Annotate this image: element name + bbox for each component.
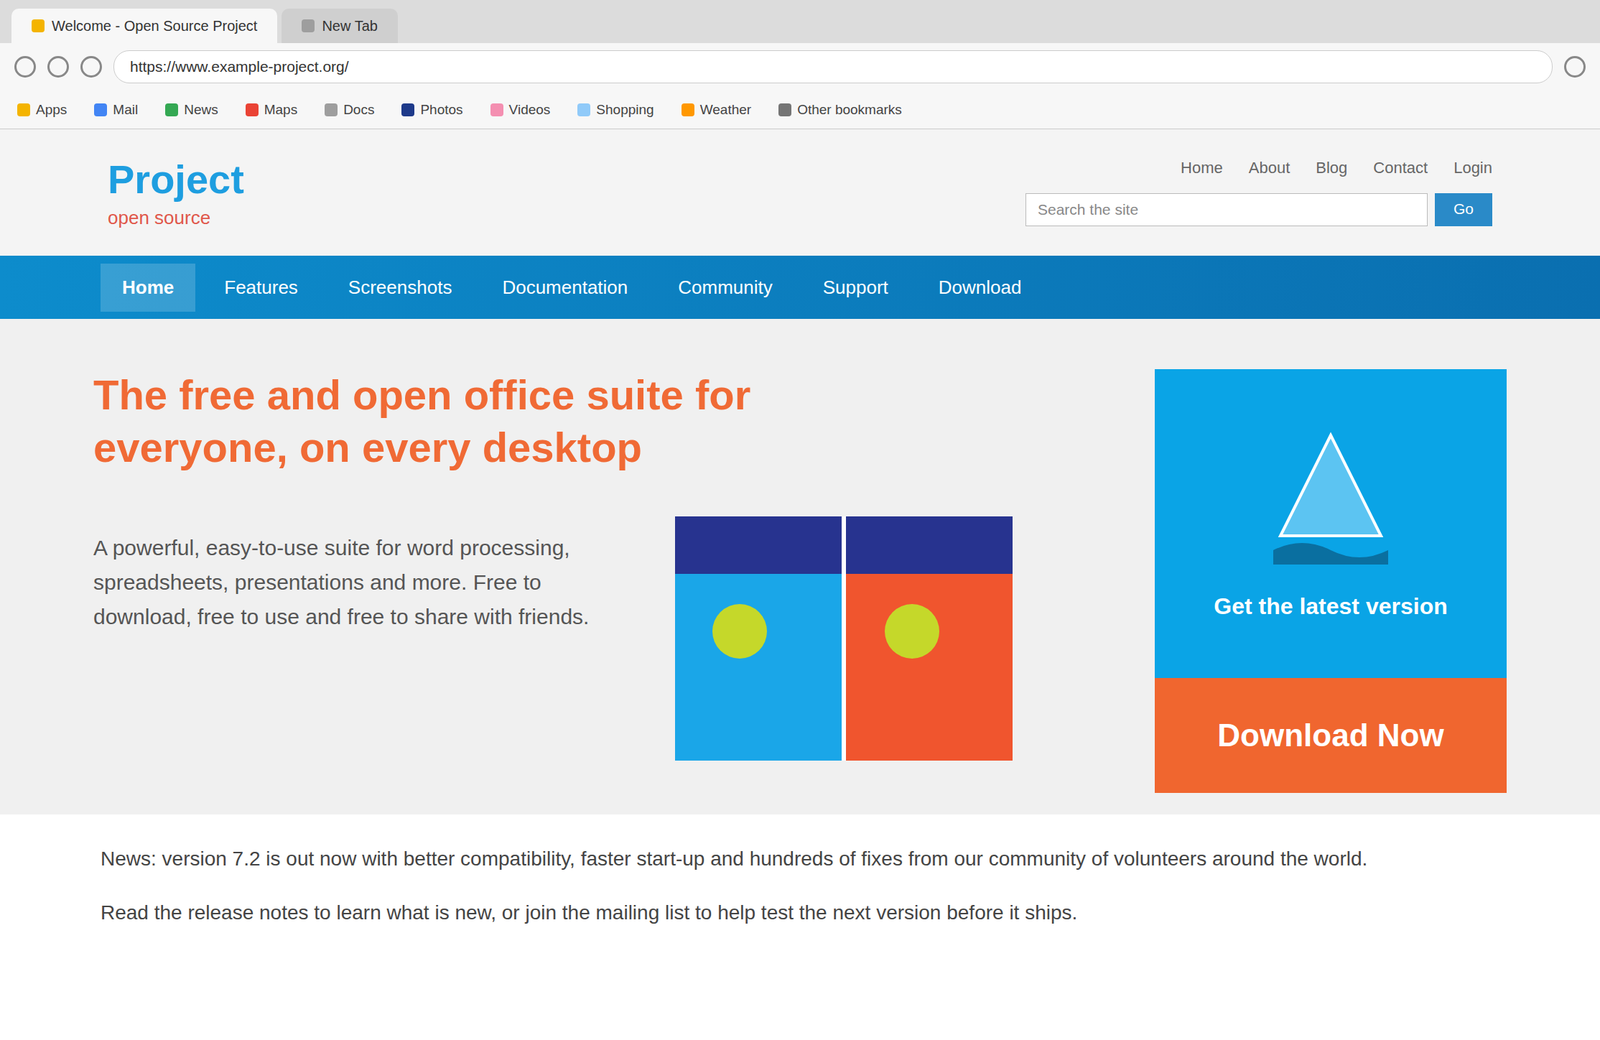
bookmark[interactable]: Shopping bbox=[577, 101, 654, 118]
sailboat-icon bbox=[1258, 428, 1403, 572]
bookmark[interactable]: Docs bbox=[324, 101, 375, 118]
bookmark-icon bbox=[401, 103, 415, 117]
top-link[interactable]: Home bbox=[1180, 158, 1223, 178]
bookmark-icon bbox=[324, 103, 338, 117]
nav-item[interactable]: Documentation bbox=[480, 263, 650, 312]
card-title: Get the latest version bbox=[1213, 593, 1448, 620]
nav-item[interactable]: Screenshots bbox=[326, 263, 474, 312]
hero: The free and open office suite for every… bbox=[0, 318, 1600, 815]
address-bar[interactable]: https://www.example-project.org/ bbox=[113, 50, 1553, 84]
top-link[interactable]: Contact bbox=[1373, 158, 1428, 178]
nav-item[interactable]: Home bbox=[100, 263, 196, 312]
bookmark-icon bbox=[17, 103, 31, 117]
browser-window: Welcome - Open Source ProjectNew Tab http… bbox=[0, 0, 1600, 1040]
search-row: Search the siteGo bbox=[1025, 193, 1493, 227]
download-card: Get the latest version bbox=[1154, 369, 1507, 678]
news-paragraph: News: version 7.2 is out now with better… bbox=[100, 843, 1451, 876]
favicon-icon bbox=[301, 19, 315, 33]
browser-tab[interactable]: New Tab bbox=[281, 8, 398, 44]
download-panel: Get the latest version Download Now bbox=[1154, 369, 1507, 793]
favicon-icon bbox=[31, 19, 45, 33]
nav-item[interactable]: Features bbox=[202, 263, 320, 312]
bookmark[interactable]: Other bookmarks bbox=[778, 101, 902, 118]
bookmark-icon bbox=[577, 103, 591, 117]
bookmark-icon bbox=[245, 103, 259, 117]
suite-icon bbox=[675, 516, 1013, 761]
bookmark[interactable]: Photos bbox=[401, 101, 463, 118]
bookmarks-bar: Apps Mail News Maps Docs Photos Videos Shopping… bbox=[0, 90, 1600, 130]
top-link[interactable]: Blog bbox=[1315, 158, 1348, 178]
logo-main: Project bbox=[107, 155, 245, 203]
bookmark[interactable]: Mail bbox=[94, 101, 138, 118]
back-icon[interactable] bbox=[14, 56, 36, 78]
nav-item[interactable]: Support bbox=[801, 263, 910, 312]
news-section: News: version 7.2 is out now with better… bbox=[0, 814, 1600, 1040]
top-link[interactable]: Login bbox=[1453, 158, 1493, 178]
hero-heading: The free and open office suite for every… bbox=[93, 369, 920, 474]
menu-icon[interactable] bbox=[1564, 56, 1586, 78]
top-links: Home About Blog Contact Login bbox=[1180, 158, 1493, 178]
reload-icon[interactable] bbox=[80, 56, 102, 78]
bookmark-icon bbox=[165, 103, 179, 117]
tab-strip: Welcome - Open Source ProjectNew Tab bbox=[0, 0, 1600, 44]
bookmark-icon bbox=[681, 103, 695, 117]
search-button[interactable]: Go bbox=[1434, 193, 1493, 227]
logo-sub: open source bbox=[107, 206, 245, 230]
top-link[interactable]: About bbox=[1248, 158, 1291, 178]
site-header: Project open source Home About Blog Contact Lo… bbox=[0, 129, 1600, 256]
site-logo[interactable]: Project open source bbox=[107, 155, 245, 230]
hero-paragraph: A powerful, easy-to-use suite for word p… bbox=[93, 530, 611, 635]
forward-icon[interactable] bbox=[47, 56, 69, 78]
bookmark[interactable]: Maps bbox=[245, 101, 298, 118]
bookmark[interactable]: Weather bbox=[681, 101, 752, 118]
nav-bar: HomeFeaturesScreenshotsDocumentationComm… bbox=[0, 255, 1600, 319]
bookmark[interactable]: News bbox=[165, 101, 219, 118]
header-right: Home About Blog Contact Login Search the site… bbox=[1025, 158, 1493, 227]
browser-tab[interactable]: Welcome - Open Source Project bbox=[11, 8, 278, 44]
news-paragraph: Read the release notes to learn what is … bbox=[100, 896, 1451, 930]
bookmark[interactable]: Apps bbox=[17, 101, 67, 118]
browser-toolbar: https://www.example-project.org/ bbox=[0, 43, 1600, 91]
bookmark-icon bbox=[490, 103, 504, 117]
bookmark-icon bbox=[778, 103, 792, 117]
nav-item[interactable]: Download bbox=[917, 263, 1044, 312]
nav-item[interactable]: Community bbox=[656, 263, 794, 312]
bookmark[interactable]: Videos bbox=[490, 101, 551, 118]
search-field[interactable]: Search the site bbox=[1025, 193, 1428, 227]
bookmark-icon bbox=[94, 103, 108, 117]
download-button[interactable]: Download Now bbox=[1154, 677, 1507, 793]
hero-text: The free and open office suite for every… bbox=[93, 369, 1083, 793]
hero-row: A powerful, easy-to-use suite for word p… bbox=[93, 516, 1083, 761]
